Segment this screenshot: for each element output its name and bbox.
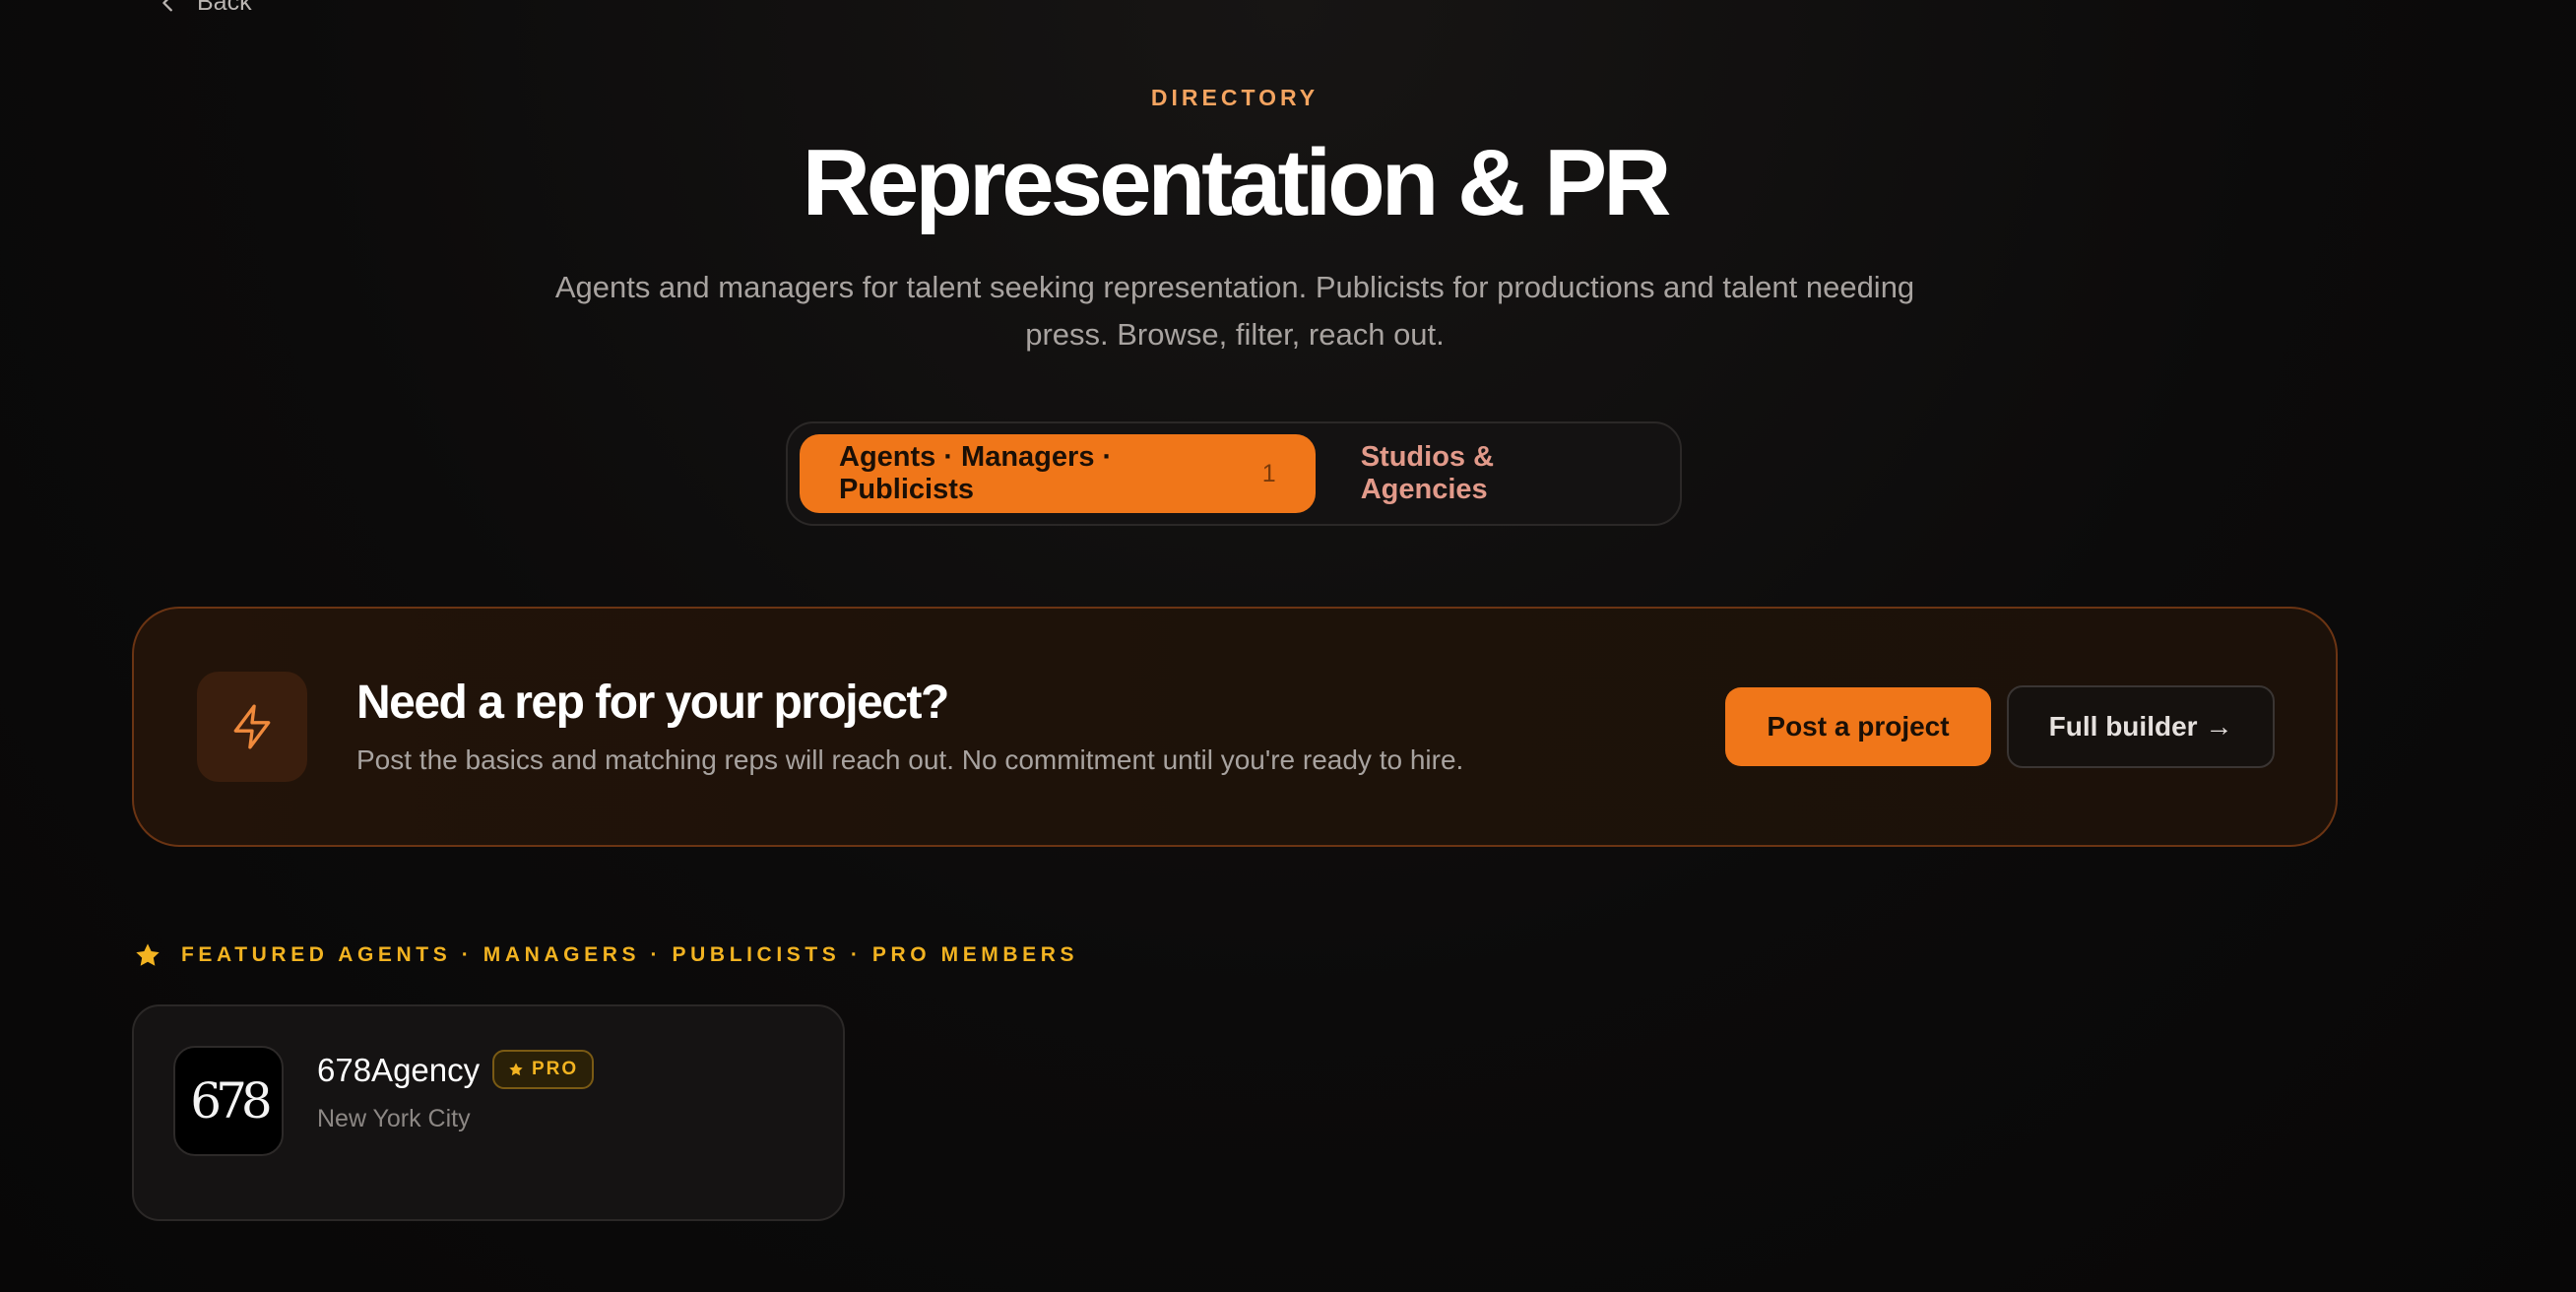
tab-studios-agencies[interactable]: Studios & Agencies xyxy=(1316,434,1668,513)
rep-name: 678Agency xyxy=(317,1052,481,1088)
tab-label: Studios & Agencies xyxy=(1360,441,1495,505)
featured-heading: FEATURED AGENTS · MANAGERS · PUBLICISTS … xyxy=(134,941,1078,969)
directory-tabs: Agents · Managers · Publicists 1 Studios… xyxy=(786,421,1682,526)
agency-logo: 678 xyxy=(173,1046,284,1156)
banner-description: Post the basics and matching reps will r… xyxy=(356,744,1464,775)
pro-badge-label: PRO xyxy=(532,1059,579,1079)
pro-badge: PRO xyxy=(492,1050,595,1089)
post-project-banner: Need a rep for your project? Post the ba… xyxy=(132,607,2338,847)
featured-heading-label: FEATURED AGENTS · MANAGERS · PUBLICISTS … xyxy=(181,943,1079,966)
tab-count: 1 xyxy=(1261,459,1276,487)
lightning-icon xyxy=(197,672,307,782)
page-eyebrow: DIRECTORY xyxy=(1150,85,1320,110)
star-icon xyxy=(509,1063,523,1076)
star-icon xyxy=(136,943,160,966)
banner-title: Need a rep for your project? xyxy=(356,677,949,729)
full-builder-button[interactable]: Full builder → xyxy=(2007,685,2275,768)
tab-agents-managers-publicists[interactable]: Agents · Managers · Publicists 1 xyxy=(800,434,1316,513)
back-label: Back xyxy=(197,0,252,16)
rep-location: New York City xyxy=(317,1105,471,1132)
back-link[interactable]: Back xyxy=(158,0,252,17)
post-project-button[interactable]: Post a project xyxy=(1725,687,1991,766)
tab-label: Agents · Managers · Publicists xyxy=(839,441,1113,505)
page-title: Representation & PR xyxy=(802,130,1672,235)
chevron-left-icon xyxy=(162,0,172,11)
featured-rep-card[interactable]: 678 678Agency PRO New York City xyxy=(132,1004,845,1221)
page-subtitle: Agents and managers for talent seeking r… xyxy=(554,270,1915,352)
